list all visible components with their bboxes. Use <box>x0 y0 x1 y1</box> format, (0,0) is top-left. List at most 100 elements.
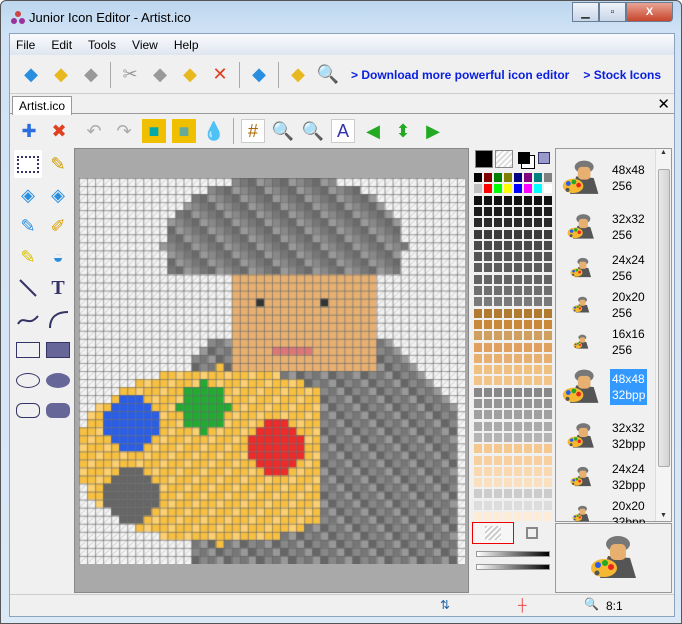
palette-color-cell[interactable] <box>514 512 522 521</box>
palette-color-cell[interactable] <box>544 432 552 442</box>
palette-color-cell[interactable] <box>534 240 542 250</box>
palette-color-cell[interactable] <box>484 455 492 465</box>
palette-color-cell[interactable] <box>494 342 502 352</box>
palette-color-cell[interactable] <box>474 308 482 318</box>
rounded-rect-tool-icon[interactable] <box>14 396 42 424</box>
palette-color-cell[interactable] <box>534 331 542 341</box>
palette-color-cell[interactable] <box>494 286 502 295</box>
palette-color-cell[interactable] <box>494 421 502 431</box>
palette-color-cell[interactable] <box>494 387 502 397</box>
palette-color-cell[interactable] <box>544 342 552 352</box>
palette-color-cell[interactable] <box>484 410 492 420</box>
palette-color-cell[interactable] <box>544 218 552 228</box>
palette-color-cell[interactable] <box>534 399 542 408</box>
import-icon[interactable]: ◆ <box>247 63 271 87</box>
palette-color-cell[interactable] <box>544 308 552 318</box>
palette-color-cell[interactable] <box>514 252 522 262</box>
palette-color-cell[interactable] <box>524 466 532 476</box>
palette-color-cell[interactable] <box>514 319 522 329</box>
close-button[interactable]: X <box>626 2 673 22</box>
palette-color-cell[interactable] <box>544 421 552 431</box>
palette-color-cell[interactable] <box>494 455 502 465</box>
palette-color-cell[interactable] <box>534 512 542 521</box>
palette-color-cell[interactable] <box>534 500 542 510</box>
palette-color-cell[interactable] <box>504 512 512 521</box>
palette-color-cell[interactable] <box>494 478 502 488</box>
palette-color-cell[interactable] <box>524 308 532 318</box>
pencil-tool-icon[interactable]: ✎ <box>14 212 42 240</box>
palette-color-cell[interactable] <box>534 297 542 307</box>
palette-color-cell[interactable] <box>544 319 552 329</box>
filled-ellipse-tool-icon[interactable] <box>44 366 72 394</box>
palette-color-cell[interactable] <box>534 206 542 216</box>
remove-format-icon[interactable]: ✖ <box>47 119 71 143</box>
actual-size-icon[interactable]: A <box>331 119 355 143</box>
palette-color-cell[interactable] <box>474 252 482 262</box>
text-tool-icon[interactable]: T <box>44 274 72 302</box>
palette-color-cell[interactable] <box>514 297 522 307</box>
palette-color-cell[interactable] <box>514 365 522 375</box>
shift-up-down-icon[interactable]: ⬍ <box>391 119 415 143</box>
palette-color-cell[interactable] <box>534 376 542 386</box>
palette-color-cell[interactable] <box>474 387 482 397</box>
palette-color-cell[interactable] <box>534 421 542 431</box>
palette-color-cell[interactable] <box>504 342 512 352</box>
palette-color-cell[interactable] <box>534 342 542 352</box>
shift-left-icon[interactable]: ◀ <box>361 119 385 143</box>
palette-color-cell[interactable] <box>524 297 532 307</box>
palette-color-cell[interactable] <box>524 286 532 295</box>
palette-color-cell[interactable] <box>514 353 522 363</box>
delete-icon[interactable]: ✕ <box>208 63 232 87</box>
palette-color-cell[interactable] <box>544 286 552 295</box>
eyedropper-tool-icon[interactable]: ✎ <box>44 150 72 178</box>
palette-color-cell[interactable] <box>474 319 482 329</box>
palette-color-cell[interactable] <box>504 184 512 194</box>
palette-color-cell[interactable] <box>504 286 512 295</box>
palette-color-cell[interactable] <box>534 432 542 442</box>
palette-color-cell[interactable] <box>524 173 532 182</box>
icon-format-item[interactable]: 24x24 32bpp <box>556 458 656 495</box>
palette-color-cell[interactable] <box>534 252 542 262</box>
palette-color-cell[interactable] <box>524 512 532 521</box>
palette-color-cell[interactable] <box>524 252 532 262</box>
palette-color-cell[interactable] <box>514 218 522 228</box>
palette-color-cell[interactable] <box>484 240 492 250</box>
zoom-out-icon[interactable]: 🔍 <box>301 119 325 143</box>
redo-icon[interactable]: ↷ <box>112 119 136 143</box>
palette-color-cell[interactable] <box>534 274 542 284</box>
palette-color-cell[interactable] <box>474 489 482 499</box>
grid-icon[interactable]: # <box>241 119 265 143</box>
palette-color-cell[interactable] <box>544 365 552 375</box>
palette-color-cell[interactable] <box>514 184 522 194</box>
palette-color-cell[interactable] <box>504 252 512 262</box>
palette-color-cell[interactable] <box>534 173 542 182</box>
palette-color-cell[interactable] <box>514 342 522 352</box>
palette-color-cell[interactable] <box>544 331 552 341</box>
palette-color-cell[interactable] <box>524 421 532 431</box>
palette-color-cell[interactable] <box>504 466 512 476</box>
palette-color-cell[interactable] <box>484 399 492 408</box>
palette-color-cell[interactable] <box>534 444 542 454</box>
palette-color-cell[interactable] <box>534 184 542 194</box>
palette-color-cell[interactable] <box>474 500 482 510</box>
invert-color-button[interactable] <box>526 527 538 539</box>
palette-color-cell[interactable] <box>524 240 532 250</box>
palette-color-cell[interactable] <box>514 489 522 499</box>
cut-icon[interactable]: ✂ <box>118 63 142 87</box>
palette-color-cell[interactable] <box>544 173 552 182</box>
palette-color-cell[interactable] <box>494 308 502 318</box>
palette-color-cell[interactable] <box>524 331 532 341</box>
palette-color-cell[interactable] <box>514 444 522 454</box>
palette-color-cell[interactable] <box>544 263 552 273</box>
palette-color-cell[interactable] <box>534 286 542 295</box>
palette-color-cell[interactable] <box>524 455 532 465</box>
palette-color-cell[interactable] <box>494 489 502 499</box>
palette-color-cell[interactable] <box>514 206 522 216</box>
filled-rounded-rect-tool-icon[interactable] <box>44 396 72 424</box>
save-icon[interactable]: ◆ <box>79 63 103 87</box>
transparent-color-button[interactable] <box>472 522 514 544</box>
palette-color-cell[interactable] <box>514 399 522 408</box>
palette-color-cell[interactable] <box>544 478 552 488</box>
palette-color-cell[interactable] <box>524 195 532 205</box>
palette-color-cell[interactable] <box>474 512 482 521</box>
